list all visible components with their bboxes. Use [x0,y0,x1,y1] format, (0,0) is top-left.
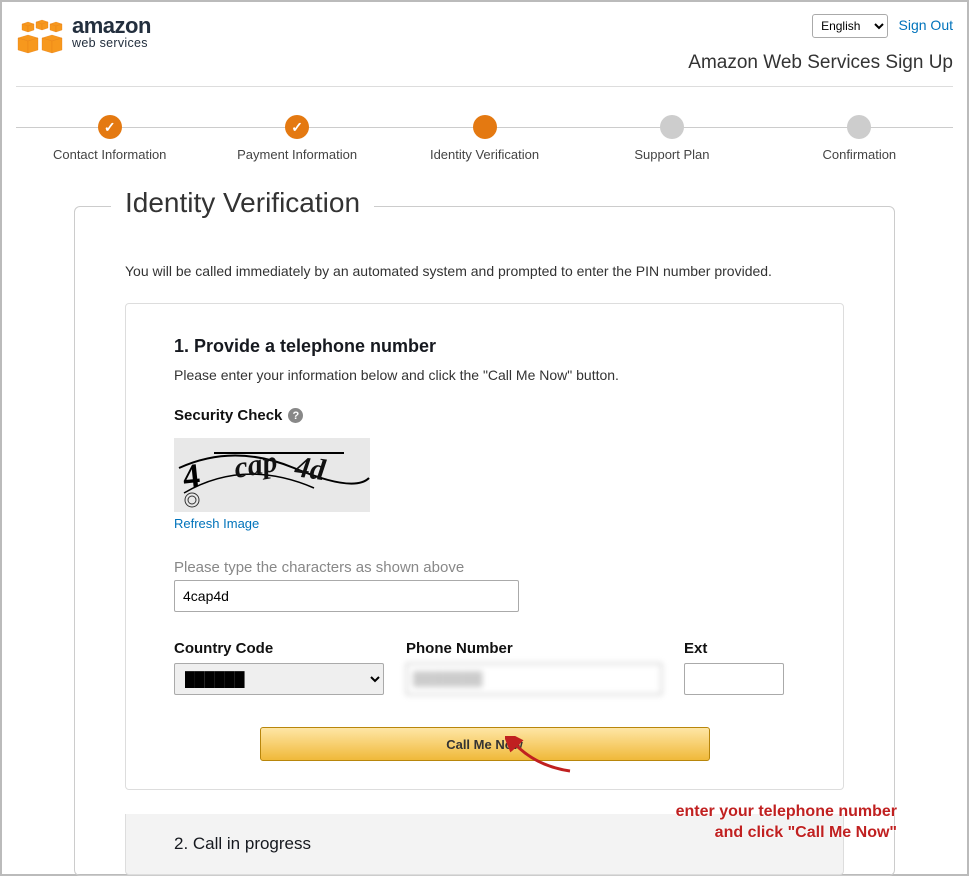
phone-number-input[interactable] [406,663,662,695]
identity-verification-section: Identity Verification You will be called… [74,206,895,876]
language-select[interactable]: English [812,14,888,38]
sign-out-link[interactable]: Sign Out [899,17,953,33]
captcha-hint: Please type the characters as shown abov… [174,559,795,576]
svg-text:4d: 4d [292,450,328,487]
step-payment-information: ✓ Payment Information [203,115,390,162]
captcha-input[interactable] [174,580,519,612]
country-code-select[interactable]: ██████ [174,663,384,695]
ext-label: Ext [684,640,784,657]
page-title: Amazon Web Services Sign Up [688,52,953,74]
aws-cubes-icon [16,16,68,60]
check-icon: ✓ [104,119,116,136]
step-support-plan: Support Plan [578,115,765,162]
aws-logo: amazon web services [16,12,151,60]
logo-subtext: web services [72,36,151,50]
country-code-label: Country Code [174,640,384,657]
step-contact-information: ✓ Contact Information [16,115,203,162]
card-title: 1. Provide a telephone number [174,336,795,357]
help-icon[interactable]: ? [288,408,303,423]
intro-text: You will be called immediately by an aut… [75,207,894,303]
step-identity-verification: Identity Verification [391,115,578,162]
call-me-now-button[interactable]: Call Me Now [260,727,710,761]
phone-number-label: Phone Number [406,640,662,657]
annotation-arrow-icon [505,736,575,776]
progress-stepper: ✓ Contact Information ✓ Payment Informat… [16,115,953,162]
check-icon: ✓ [291,119,303,136]
card-subtitle: Please enter your information below and … [174,367,795,383]
ext-input[interactable] [684,663,784,695]
header: amazon web services English Sign Out Ama… [16,12,953,87]
annotation-text: enter your telephone number and click "C… [676,802,897,844]
logo-text: amazon [72,16,151,36]
phone-card: 1. Provide a telephone number Please ent… [125,303,844,790]
security-check-label: Security Check ? [174,407,795,424]
refresh-captcha-link[interactable]: Refresh Image [174,516,259,531]
captcha-image: 4 cap 4d [174,438,370,512]
section-legend: Identity Verification [111,187,374,219]
step-confirmation: Confirmation [766,115,953,162]
